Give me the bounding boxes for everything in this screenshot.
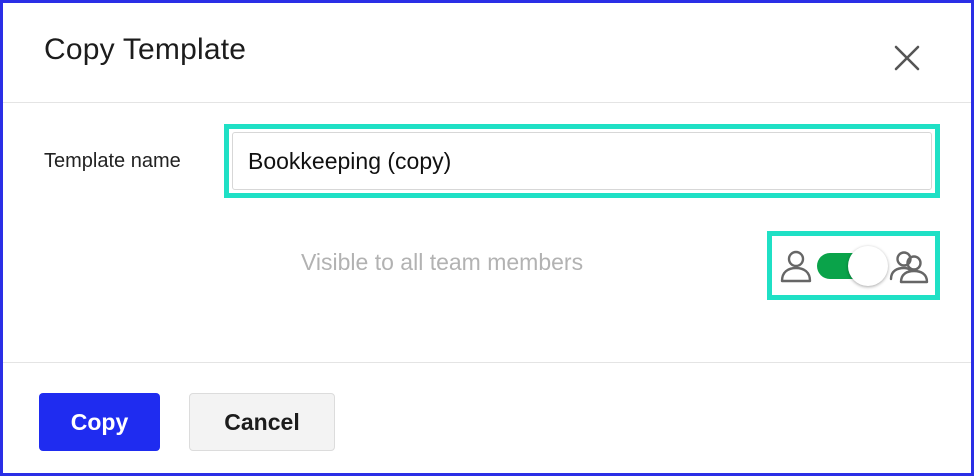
- user-icon: [780, 250, 812, 283]
- footer-divider: [3, 362, 971, 363]
- template-name-input[interactable]: [232, 132, 932, 190]
- dialog-header: Copy Template: [3, 3, 971, 103]
- users-icon: [889, 251, 929, 284]
- template-name-label: Template name: [44, 150, 181, 172]
- copy-template-dialog: Copy Template Template name Visible to a…: [0, 0, 974, 476]
- visibility-toggle-knob[interactable]: [848, 246, 888, 286]
- close-icon: [894, 45, 920, 71]
- visibility-label: Visible to all team members: [301, 249, 584, 275]
- copy-button[interactable]: Copy: [39, 393, 160, 451]
- close-button[interactable]: [888, 39, 926, 77]
- cancel-button[interactable]: Cancel: [189, 393, 335, 451]
- dialog-title: Copy Template: [44, 33, 247, 66]
